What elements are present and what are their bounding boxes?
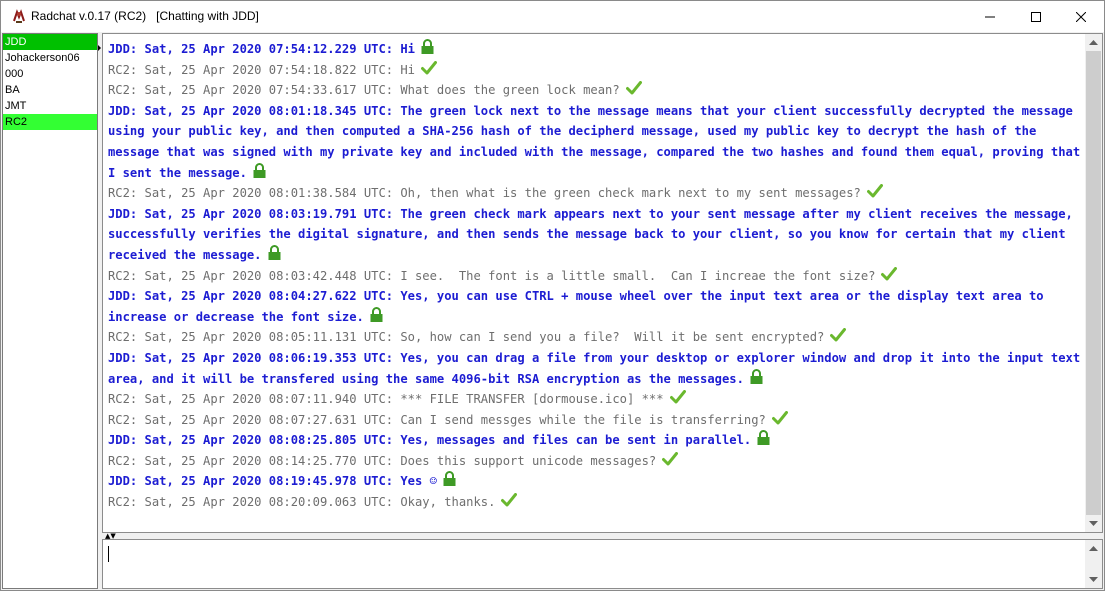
message-text: RC2: Sat, 25 Apr 2020 08:01:38.584 UTC: … — [108, 186, 861, 201]
message-text: RC2: Sat, 25 Apr 2020 07:54:18.822 UTC: … — [108, 62, 415, 77]
message-text: RC2: Sat, 25 Apr 2020 08:20:09.063 UTC: … — [108, 495, 496, 510]
title-bar[interactable]: Radchat v.0.17 (RC2) [Chatting with JDD] — [1, 1, 1104, 32]
green-check-icon — [662, 451, 679, 466]
chevron-down-icon — [1089, 577, 1098, 582]
green-lock-icon — [757, 430, 770, 446]
chat-message: JDD: Sat, 25 Apr 2020 08:01:18.345 UTC: … — [108, 101, 1083, 183]
chat-message: JDD: Sat, 25 Apr 2020 08:04:27.622 UTC: … — [108, 286, 1083, 327]
contact-item[interactable]: Johackerson06 — [3, 50, 97, 66]
green-lock-icon — [370, 306, 383, 322]
message-text: RC2: Sat, 25 Apr 2020 08:07:11.940 UTC: … — [108, 392, 664, 407]
input-scroll-down-button[interactable] — [1085, 571, 1102, 588]
scroll-thumb[interactable] — [1086, 51, 1101, 515]
chat-message: RC2: Sat, 25 Apr 2020 08:14:25.770 UTC: … — [108, 451, 1083, 472]
maximize-button[interactable] — [1013, 1, 1059, 32]
contact-item[interactable]: JMT — [3, 98, 97, 114]
chevron-up-icon — [1089, 546, 1098, 551]
chat-message: RC2: Sat, 25 Apr 2020 07:54:33.617 UTC: … — [108, 80, 1083, 101]
contact-list[interactable]: JDD Johackerson06 000 BA JMT RC2 — [2, 33, 98, 589]
scroll-up-button[interactable] — [1085, 34, 1102, 51]
chat-message: JDD: Sat, 25 Apr 2020 08:08:25.805 UTC: … — [108, 430, 1083, 451]
green-lock-icon — [750, 368, 763, 384]
message-text: JDD: Sat, 25 Apr 2020 07:54:12.229 UTC: … — [108, 42, 415, 56]
contact-item[interactable]: JDD — [3, 34, 97, 50]
chat-message: JDD: Sat, 25 Apr 2020 08:06:19.353 UTC: … — [108, 348, 1083, 389]
message-text: JDD: Sat, 25 Apr 2020 08:03:19.791 UTC: … — [108, 206, 1081, 262]
green-check-icon — [625, 81, 642, 95]
close-button[interactable] — [1058, 1, 1104, 32]
green-check-icon — [669, 390, 686, 404]
contact-item[interactable]: 000 — [3, 66, 97, 82]
green-check-icon — [866, 184, 883, 198]
chat-message: RC2: Sat, 25 Apr 2020 08:07:11.940 UTC: … — [108, 389, 1083, 410]
maximize-icon — [1031, 11, 1041, 22]
message-text: RC2: Sat, 25 Apr 2020 08:05:11.131 UTC: … — [108, 330, 825, 345]
minimize-icon — [985, 16, 995, 17]
message-text: RC2: Sat, 25 Apr 2020 08:07:27.631 UTC: … — [108, 412, 766, 427]
minimize-button[interactable] — [967, 1, 1013, 32]
green-lock-icon — [268, 244, 280, 260]
green-lock-icon — [443, 471, 456, 487]
text-caret — [108, 546, 109, 562]
dormouse-icon — [13, 9, 25, 23]
chat-message: JDD: Sat, 25 Apr 2020 07:54:12.229 UTC: … — [108, 39, 1083, 60]
contact-item[interactable]: BA — [3, 82, 97, 98]
message-text: RC2: Sat, 25 Apr 2020 08:03:42.448 UTC: … — [108, 268, 876, 283]
message-text: JDD: Sat, 25 Apr 2020 08:06:19.353 UTC: … — [108, 350, 1088, 386]
input-scroll-up-button[interactable] — [1085, 540, 1102, 557]
green-lock-icon — [253, 162, 266, 178]
green-check-icon — [771, 410, 788, 425]
green-check-icon — [830, 328, 847, 342]
green-check-icon — [501, 493, 518, 507]
close-icon — [1076, 11, 1086, 22]
scroll-down-button[interactable] — [1085, 515, 1102, 532]
splitter-arrow-icon — [98, 45, 101, 51]
green-check-icon — [881, 266, 898, 281]
message-text: RC2: Sat, 25 Apr 2020 08:14:25.770 UTC: … — [108, 453, 657, 468]
chevron-up-icon — [1089, 40, 1098, 45]
message-text: JDD: Sat, 25 Apr 2020 08:08:25.805 UTC: … — [108, 433, 752, 448]
chat-message: RC2: Sat, 25 Apr 2020 08:03:42.448 UTC: … — [108, 266, 1083, 287]
chat-message: RC2: Sat, 25 Apr 2020 08:01:38.584 UTC: … — [108, 183, 1083, 204]
message-text: RC2: Sat, 25 Apr 2020 07:54:33.617 UTC: … — [108, 83, 620, 98]
chevron-down-icon — [1089, 521, 1098, 526]
chat-message: RC2: Sat, 25 Apr 2020 08:20:09.063 UTC: … — [108, 492, 1083, 513]
message-text: JDD: Sat, 25 Apr 2020 08:19:45.978 UTC: … — [108, 474, 437, 489]
app-window: Radchat v.0.17 (RC2) [Chatting with JDD]… — [0, 0, 1105, 591]
chat-display[interactable]: JDD: Sat, 25 Apr 2020 07:54:12.229 UTC: … — [102, 33, 1103, 533]
green-check-icon — [421, 60, 437, 75]
input-scrollbar[interactable] — [1085, 540, 1102, 588]
chat-message: RC2: Sat, 25 Apr 2020 08:05:11.131 UTC: … — [108, 327, 1083, 348]
message-text: JDD: Sat, 25 Apr 2020 08:04:27.622 UTC: … — [108, 289, 1051, 324]
chat-message: RC2: Sat, 25 Apr 2020 07:54:18.822 UTC: … — [108, 60, 1083, 81]
contact-item[interactable]: RC2 — [3, 114, 97, 130]
chat-scrollbar[interactable] — [1085, 34, 1102, 532]
chat-message: RC2: Sat, 25 Apr 2020 08:07:27.631 UTC: … — [108, 410, 1083, 431]
message-list: JDD: Sat, 25 Apr 2020 07:54:12.229 UTC: … — [108, 39, 1083, 513]
message-input[interactable] — [102, 539, 1103, 589]
chat-message: JDD: Sat, 25 Apr 2020 08:03:19.791 UTC: … — [108, 204, 1083, 266]
chat-message: JDD: Sat, 25 Apr 2020 08:19:45.978 UTC: … — [108, 471, 1083, 492]
window-title: Radchat v.0.17 (RC2) [Chatting with JDD] — [31, 9, 259, 23]
green-lock-icon — [421, 39, 434, 54]
